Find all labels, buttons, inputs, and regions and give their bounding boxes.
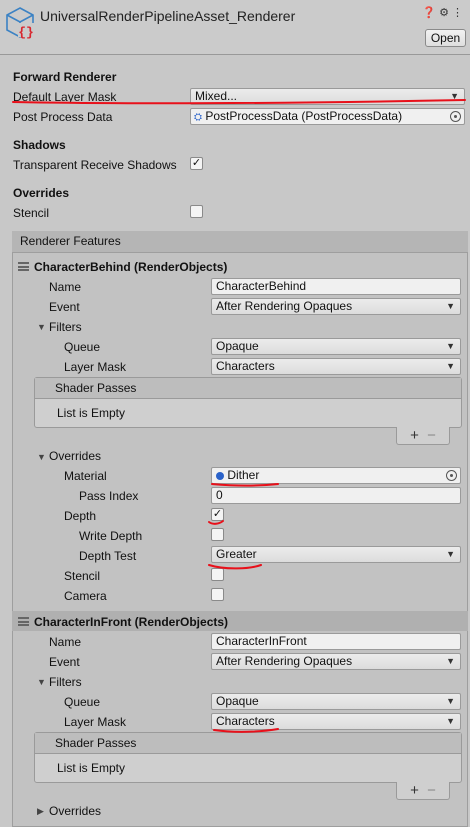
annotation-underline-layer-mask-front [213, 728, 279, 733]
annotation-underline-layer-mask [12, 99, 466, 105]
red-annotation-marks [12, 99, 466, 733]
annotation-underline-material [211, 483, 279, 487]
annotation-underline-depth [208, 520, 224, 525]
annotation-underline-depth-test [208, 564, 262, 570]
